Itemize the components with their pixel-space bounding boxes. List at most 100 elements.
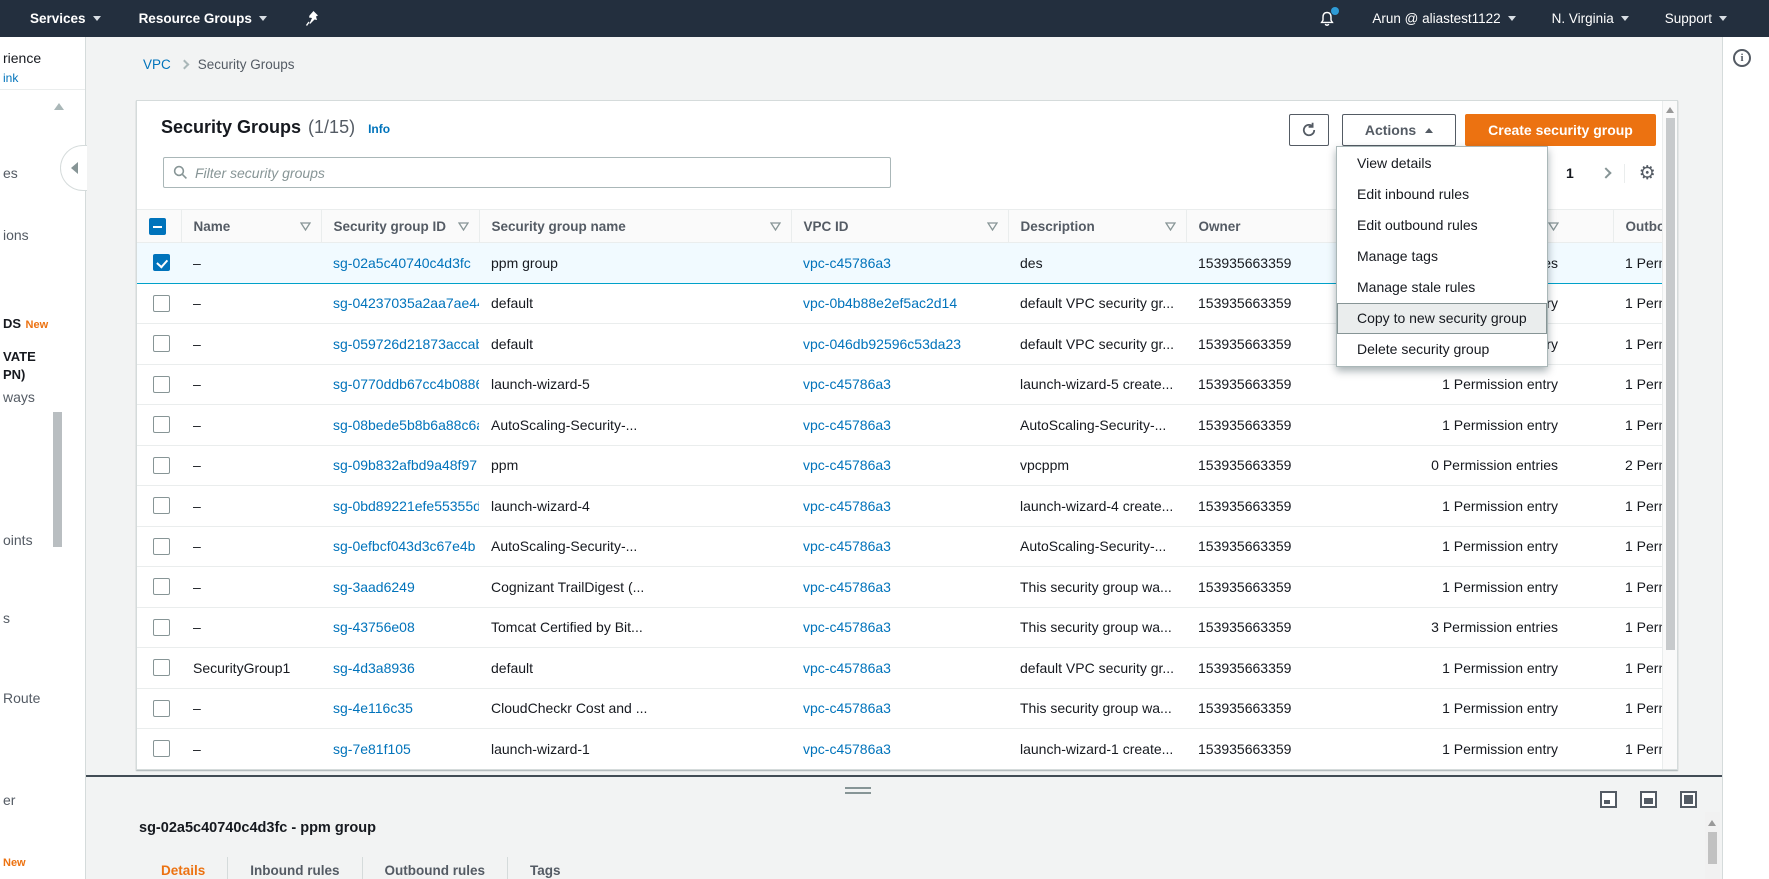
sg-id-link[interactable]: sg-04237035a2aa7ae44 <box>333 295 479 311</box>
vpc-id-link[interactable]: vpc-c45786a3 <box>803 376 891 392</box>
filter-icon[interactable] <box>1548 222 1559 231</box>
notifications-button[interactable] <box>1318 10 1336 28</box>
sg-id-link[interactable]: sg-43756e08 <box>333 619 415 635</box>
detail-tab[interactable]: Details <box>139 857 228 879</box>
column-header-sg-name[interactable]: Security group name <box>479 210 791 243</box>
row-checkbox[interactable] <box>153 700 170 717</box>
detail-tab[interactable]: Tags <box>508 857 583 879</box>
sg-id-link[interactable]: sg-4d3a8936 <box>333 660 415 676</box>
column-header-vpc-id[interactable]: VPC ID <box>791 210 1008 243</box>
table-row[interactable]: – sg-0770ddb67cc4b0886 launch-wizard-5 v… <box>137 364 1678 405</box>
scroll-up-icon[interactable] <box>1666 107 1674 113</box>
menu-item[interactable]: Manage tags <box>1337 241 1547 272</box>
vpc-id-link[interactable]: vpc-c45786a3 <box>803 417 891 433</box>
table-row[interactable]: – sg-08bede5b8b6a88c6a AutoScaling-Secur… <box>137 405 1678 446</box>
detail-scrollbar[interactable] <box>1705 812 1720 879</box>
menu-item[interactable]: Edit outbound rules <box>1337 210 1547 241</box>
pin-icon[interactable] <box>305 10 320 27</box>
panel-minimize-icon[interactable] <box>1600 791 1617 808</box>
sidebar-item[interactable]: s <box>3 610 10 626</box>
vpc-id-link[interactable]: vpc-c45786a3 <box>803 660 891 676</box>
table-row[interactable]: SecurityGroup1 sg-4d3a8936 default vpc-c… <box>137 648 1678 689</box>
sg-id-link[interactable]: sg-02a5c40740c4d3fc <box>333 255 471 271</box>
sg-id-link[interactable]: sg-3aad6249 <box>333 579 415 595</box>
sidebar-scrollbar-thumb[interactable] <box>53 412 62 547</box>
create-security-group-button[interactable]: Create security group <box>1465 114 1656 146</box>
refresh-button[interactable] <box>1289 114 1329 146</box>
menu-item[interactable]: View details <box>1337 148 1547 179</box>
sidebar-item[interactable]: DS New <box>3 315 48 333</box>
column-header-description[interactable]: Description <box>1008 210 1186 243</box>
sidebar-item[interactable]: es <box>3 165 18 181</box>
panel-half-icon[interactable] <box>1640 791 1657 808</box>
account-menu[interactable]: Arun @ aliastest1122 <box>1372 11 1515 26</box>
menu-item[interactable]: Copy to new security group <box>1337 303 1547 334</box>
panel-maximize-icon[interactable] <box>1680 791 1697 808</box>
sg-id-link[interactable]: sg-059726d21873accab <box>333 336 479 352</box>
filter-icon[interactable] <box>987 222 998 231</box>
table-row[interactable]: – sg-09b832afbd9a48f97 ppm vpc-c45786a3 … <box>137 445 1678 486</box>
table-row[interactable]: – sg-0bd89221efe55355d launch-wizard-4 v… <box>137 486 1678 527</box>
vpc-id-link[interactable]: vpc-046db92596c53da23 <box>803 336 961 352</box>
sidebar-scroll-up-icon[interactable] <box>54 103 64 110</box>
filter-icon[interactable] <box>458 222 469 231</box>
column-header-sg-id[interactable]: Security group ID <box>321 210 479 243</box>
vpc-id-link[interactable]: vpc-c45786a3 <box>803 498 891 514</box>
resource-groups-menu[interactable]: Resource Groups <box>139 11 267 26</box>
support-menu[interactable]: Support <box>1665 11 1727 26</box>
vpc-id-link[interactable]: vpc-c45786a3 <box>803 579 891 595</box>
vpc-id-link[interactable]: vpc-c45786a3 <box>803 538 891 554</box>
sidebar-item[interactable]: ions <box>3 227 29 243</box>
services-menu[interactable]: Services <box>30 11 101 26</box>
splitter-drag-handle[interactable] <box>845 787 871 797</box>
sg-id-link[interactable]: sg-08bede5b8b6a88c6a <box>333 417 479 433</box>
sg-id-link[interactable]: sg-0bd89221efe55355d <box>333 498 479 514</box>
breadcrumb-vpc-link[interactable]: VPC <box>143 57 171 72</box>
sidebar-item[interactable]: oints <box>3 532 33 548</box>
filter-icon[interactable] <box>1165 222 1176 231</box>
row-checkbox[interactable] <box>153 254 170 271</box>
sg-id-link[interactable]: sg-0770ddb67cc4b0886 <box>333 376 479 392</box>
table-row[interactable]: – sg-43756e08 Tomcat Certified by Bit...… <box>137 607 1678 648</box>
search-input[interactable] <box>195 165 890 181</box>
column-header-name[interactable]: Name <box>181 210 321 243</box>
next-page-button[interactable] <box>1588 169 1624 177</box>
row-checkbox[interactable] <box>153 376 170 393</box>
vpc-id-link[interactable]: vpc-c45786a3 <box>803 741 891 757</box>
table-row[interactable]: – sg-7e81f105 launch-wizard-1 vpc-c45786… <box>137 729 1678 770</box>
vpc-id-link[interactable]: vpc-c45786a3 <box>803 457 891 473</box>
current-page[interactable]: 1 <box>1552 165 1588 181</box>
filter-icon[interactable] <box>770 222 781 231</box>
row-checkbox[interactable] <box>153 619 170 636</box>
row-checkbox[interactable] <box>153 335 170 352</box>
vpc-id-link[interactable]: vpc-0b4b88e2ef5ac2d14 <box>803 295 957 311</box>
menu-item[interactable]: Manage stale rules <box>1337 272 1547 303</box>
sg-id-link[interactable]: sg-09b832afbd9a48f97 <box>333 457 477 473</box>
sidebar-fragment-link[interactable]: ink <box>3 71 18 85</box>
scroll-up-icon[interactable] <box>1708 820 1716 826</box>
row-checkbox[interactable] <box>153 578 170 595</box>
vpc-id-link[interactable]: vpc-c45786a3 <box>803 255 891 271</box>
info-link[interactable]: Info <box>368 122 390 136</box>
menu-item[interactable]: Delete security group <box>1337 334 1547 365</box>
filter-icon[interactable] <box>300 222 311 231</box>
row-checkbox[interactable] <box>153 457 170 474</box>
row-checkbox[interactable] <box>153 659 170 676</box>
row-checkbox[interactable] <box>153 497 170 514</box>
sidebar-item[interactable]: Route <box>3 690 40 706</box>
sidebar-item[interactable]: ways <box>3 389 35 405</box>
sidebar-item[interactable]: er <box>3 792 15 808</box>
table-scrollbar[interactable] <box>1662 101 1677 769</box>
table-row[interactable]: – sg-0efbcf043d3c67e4b AutoScaling-Secur… <box>137 526 1678 567</box>
row-checkbox[interactable] <box>153 740 170 757</box>
detail-tab[interactable]: Outbound rules <box>363 857 509 879</box>
region-menu[interactable]: N. Virginia <box>1552 11 1629 26</box>
table-row[interactable]: – sg-3aad6249 Cognizant TrailDigest (...… <box>137 567 1678 608</box>
info-icon[interactable]: i <box>1733 49 1751 67</box>
menu-item[interactable]: Edit inbound rules <box>1337 179 1547 210</box>
row-checkbox[interactable] <box>153 295 170 312</box>
row-checkbox[interactable] <box>153 538 170 555</box>
actions-button[interactable]: Actions <box>1342 114 1456 146</box>
sg-id-link[interactable]: sg-0efbcf043d3c67e4b <box>333 538 475 554</box>
vpc-id-link[interactable]: vpc-c45786a3 <box>803 700 891 716</box>
